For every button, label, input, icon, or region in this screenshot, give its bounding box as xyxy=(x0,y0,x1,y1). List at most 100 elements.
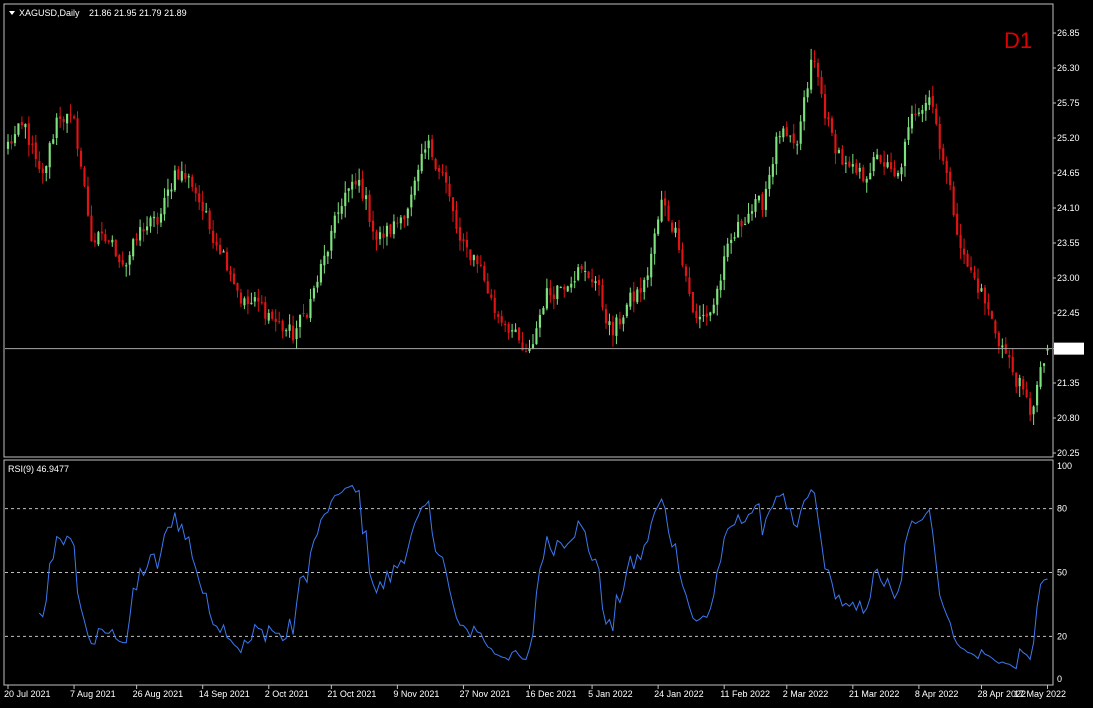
candle xyxy=(681,242,684,268)
candle-body xyxy=(399,217,402,224)
candle-body xyxy=(483,265,486,281)
candle-body xyxy=(983,287,987,304)
candle xyxy=(472,254,475,267)
candle-body xyxy=(1032,406,1035,415)
rsi-label: RSI(9) 46.9477 xyxy=(8,464,69,474)
candle xyxy=(851,153,854,174)
candle-body xyxy=(942,148,945,161)
candle-body xyxy=(323,255,326,266)
candle xyxy=(622,314,625,332)
candle-body xyxy=(271,311,274,319)
candle-body xyxy=(194,187,197,194)
candle-body xyxy=(608,321,611,326)
candle xyxy=(441,164,444,177)
candle-body xyxy=(597,279,601,285)
candle-body xyxy=(302,313,305,314)
candle xyxy=(879,154,882,165)
candle-body xyxy=(31,143,34,145)
candle-body xyxy=(1042,363,1046,366)
time-axis: 20 Jul 2021 7 Aug 2021 26 Aug 2021 14 Sep 2… xyxy=(4,685,1066,699)
candle-body xyxy=(17,123,20,135)
candle-body xyxy=(587,271,590,278)
candle-body xyxy=(253,297,256,302)
candle-body xyxy=(997,332,1000,347)
candle-body xyxy=(810,59,813,90)
candle xyxy=(688,267,691,297)
candle-body xyxy=(796,144,799,146)
candle-body xyxy=(879,155,882,163)
candle-body xyxy=(980,288,983,292)
candle xyxy=(319,259,322,286)
candle-body xyxy=(111,239,114,243)
candle-body xyxy=(441,171,444,173)
candle-body xyxy=(677,228,681,250)
candle-body xyxy=(674,227,677,233)
candle-body xyxy=(778,136,781,138)
candle-body xyxy=(570,283,573,288)
price-tick-label: 23.00 xyxy=(1057,273,1080,283)
candle xyxy=(511,323,514,338)
candle xyxy=(1029,391,1032,422)
candle-body xyxy=(79,150,83,167)
candle-body xyxy=(632,291,635,302)
candle-body xyxy=(969,267,973,271)
candle-body xyxy=(542,307,545,315)
candle xyxy=(771,157,774,185)
candle xyxy=(292,315,295,344)
candle-body xyxy=(319,264,322,283)
candle xyxy=(309,288,312,322)
candle-body xyxy=(469,249,472,261)
candle-body xyxy=(709,312,712,316)
candle-body xyxy=(1036,384,1039,406)
price-tick-label: 25.20 xyxy=(1057,133,1080,143)
candle-body xyxy=(604,309,608,324)
candle xyxy=(775,132,778,175)
candle xyxy=(260,295,263,305)
candle xyxy=(924,94,927,121)
candle-body xyxy=(132,239,135,257)
candle xyxy=(945,156,948,184)
candle xyxy=(198,185,201,210)
candle xyxy=(789,135,792,143)
chevron-down-icon[interactable] xyxy=(9,11,15,15)
candle-body xyxy=(114,239,117,257)
candle-body xyxy=(48,143,51,168)
candle-body xyxy=(1029,398,1032,415)
candle xyxy=(225,247,229,272)
candle-body xyxy=(507,323,510,333)
candle xyxy=(792,124,795,149)
candle-body xyxy=(250,302,253,305)
candle xyxy=(712,298,715,315)
candle-body xyxy=(789,135,792,137)
candle-body xyxy=(128,255,131,265)
candle-body xyxy=(952,186,955,215)
candle-body xyxy=(316,281,319,288)
candle xyxy=(837,147,841,154)
candle-body xyxy=(893,167,896,177)
candle xyxy=(952,181,955,217)
candle xyxy=(410,186,413,217)
candle-body xyxy=(173,170,176,191)
candle xyxy=(719,274,722,298)
candle-body xyxy=(566,286,569,292)
candle xyxy=(295,320,298,349)
candle xyxy=(921,104,924,123)
candle xyxy=(20,116,23,130)
candle-body xyxy=(806,88,809,98)
candle-body xyxy=(93,240,96,243)
candle-body xyxy=(13,134,17,144)
candle xyxy=(816,58,820,86)
candle xyxy=(173,165,176,193)
candle-body xyxy=(38,160,41,170)
candle xyxy=(743,216,747,226)
candle xyxy=(597,274,601,296)
candle-body xyxy=(733,237,736,239)
candle-body xyxy=(406,208,409,219)
candle-body xyxy=(862,167,865,182)
candle xyxy=(469,249,472,266)
candle xyxy=(298,314,302,338)
candle xyxy=(194,183,197,202)
candle-body xyxy=(152,216,156,219)
candle xyxy=(229,265,232,282)
candle xyxy=(187,173,190,189)
